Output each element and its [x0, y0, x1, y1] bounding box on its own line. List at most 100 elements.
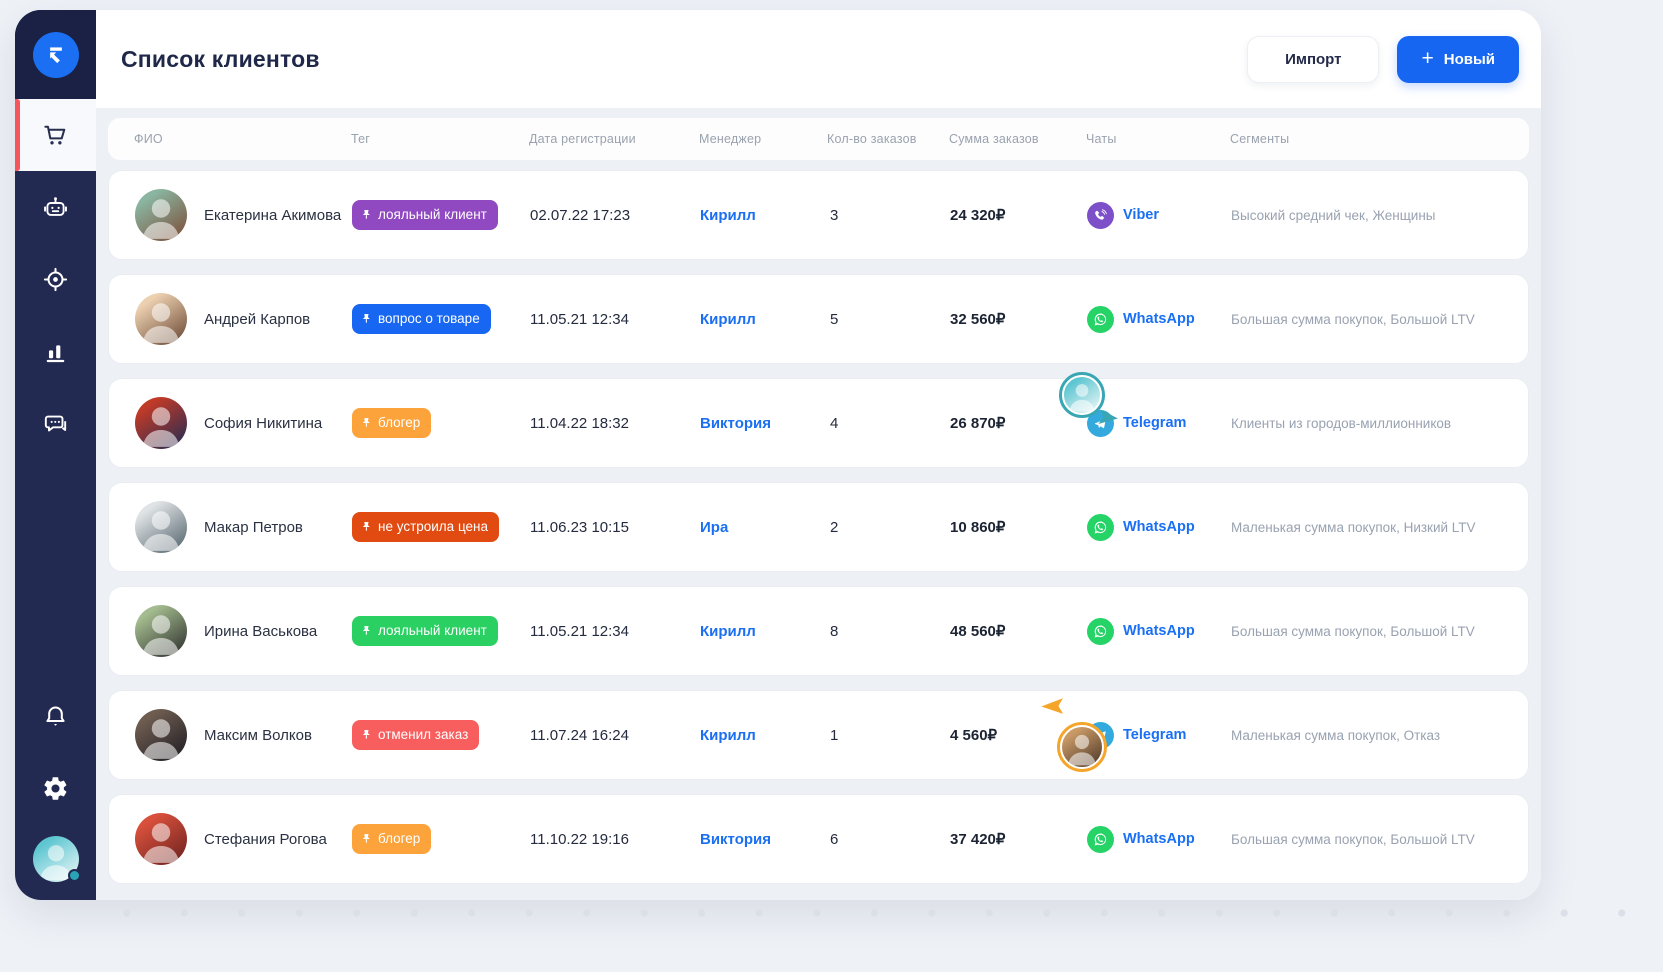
client-tag[interactable]: лояльный клиент: [352, 200, 498, 230]
manager-link[interactable]: Виктория: [700, 831, 828, 848]
manager-link[interactable]: Кирилл: [700, 311, 828, 328]
client-row[interactable]: София Никитина блогер 11.04.22 18:32 Вик…: [108, 378, 1529, 468]
chat-label: Telegram: [1123, 727, 1186, 743]
pin-icon: [361, 521, 371, 533]
app-logo[interactable]: [33, 32, 79, 78]
tag-label: лояльный клиент: [378, 207, 487, 222]
tag-label: блогер: [378, 831, 420, 846]
client-row[interactable]: Андрей Карпов вопрос о товаре 11.05.21 1…: [108, 274, 1529, 364]
status-dot: [68, 869, 81, 882]
registration-date: 11.05.21 12:34: [530, 311, 700, 328]
sidebar-footer: [15, 680, 96, 900]
registration-date: 11.10.22 19:16: [530, 831, 700, 848]
tag-label: вопрос о товаре: [378, 311, 480, 326]
logo-arrow-icon: [43, 42, 69, 68]
table-body: Екатерина Акимова лояльный клиент 02.07.…: [108, 170, 1529, 884]
clients-table: ФИО Тег Дата регистрации Менеджер Кол-во…: [96, 108, 1541, 900]
segments-text: Маленькая сумма покупок, Отказ: [1231, 728, 1502, 743]
segments-text: Высокий средний чек, Женщины: [1231, 208, 1502, 223]
client-avatar: [135, 397, 187, 449]
sidebar-nav: [15, 99, 96, 459]
column-segments: Сегменты: [1230, 132, 1503, 146]
tag-label: лояльный клиент: [378, 623, 487, 638]
topbar-actions: Импорт + Новый: [1247, 36, 1519, 83]
client-tag[interactable]: отменил заказ: [352, 720, 479, 750]
client-row[interactable]: Ирина Васькова лояльный клиент 11.05.21 …: [108, 586, 1529, 676]
manager-link[interactable]: Виктория: [700, 415, 828, 432]
sidebar-item-settings[interactable]: [15, 752, 96, 824]
client-tag[interactable]: лояльный клиент: [352, 616, 498, 646]
client-name: Екатерина Акимова: [204, 207, 341, 224]
sidebar-item-target[interactable]: [15, 243, 96, 315]
manager-link[interactable]: Кирилл: [700, 207, 828, 224]
client-row[interactable]: Максим Волков отменил заказ 11.07.24 16:…: [108, 690, 1529, 780]
segments-text: Большая сумма покупок, Большой LTV: [1231, 624, 1502, 639]
chat-link[interactable]: Telegram: [1087, 722, 1231, 749]
column-fio: ФИО: [134, 132, 351, 146]
orders-total: 48 560₽: [950, 622, 1087, 640]
sidebar-item-orders[interactable]: [15, 99, 96, 171]
main-content: Список клиентов Импорт + Новый ФИО Тег Д…: [96, 10, 1541, 900]
orders-total: 10 860₽: [950, 518, 1087, 536]
import-button[interactable]: Импорт: [1247, 36, 1379, 83]
client-avatar: [135, 813, 187, 865]
registration-date: 11.05.21 12:34: [530, 623, 700, 640]
orders-count: 2: [828, 519, 950, 536]
chat-link[interactable]: WhatsApp: [1087, 514, 1231, 541]
chat-label: Viber: [1123, 207, 1159, 223]
client-tag[interactable]: блогер: [352, 408, 431, 438]
registration-date: 11.04.22 18:32: [530, 415, 700, 432]
collaborator-avatar-orange: [1057, 722, 1107, 772]
app-window: Список клиентов Импорт + Новый ФИО Тег Д…: [15, 10, 1541, 900]
chat-link[interactable]: WhatsApp: [1087, 618, 1231, 645]
chat-link[interactable]: Viber: [1087, 202, 1231, 229]
client-tag[interactable]: не устроила цена: [352, 512, 499, 542]
client-name: Максим Волков: [204, 727, 312, 744]
pin-icon: [361, 417, 371, 429]
table-header-row: ФИО Тег Дата регистрации Менеджер Кол-во…: [108, 118, 1529, 160]
client-avatar: [135, 709, 187, 761]
column-tag: Тег: [351, 132, 529, 146]
target-icon: [42, 266, 69, 293]
tag-label: блогер: [378, 415, 420, 430]
client-tag[interactable]: блогер: [352, 824, 431, 854]
segments-text: Маленькая сумма покупок, Низкий LTV: [1231, 520, 1502, 535]
manager-link[interactable]: Ира: [700, 519, 828, 536]
orders-total: 32 560₽: [950, 310, 1087, 328]
segments-text: Большая сумма покупок, Большой LTV: [1231, 832, 1502, 847]
sidebar-item-notifications[interactable]: [15, 680, 96, 752]
whatsapp-icon: [1092, 311, 1109, 328]
orders-count: 3: [828, 207, 950, 224]
user-avatar[interactable]: [33, 836, 79, 882]
sidebar-item-bot[interactable]: [15, 171, 96, 243]
chat-label: WhatsApp: [1123, 831, 1195, 847]
client-name: Андрей Карпов: [204, 311, 310, 328]
page: Список клиентов Импорт + Новый ФИО Тег Д…: [0, 0, 1663, 972]
client-row[interactable]: Стефания Рогова блогер 11.10.22 19:16 Ви…: [108, 794, 1529, 884]
whatsapp-icon: [1092, 831, 1109, 848]
chat-link[interactable]: WhatsApp: [1087, 826, 1231, 853]
client-avatar: [135, 501, 187, 553]
bell-icon: [42, 703, 69, 730]
bar-chart-icon: [42, 338, 69, 365]
page-title: Список клиентов: [121, 46, 320, 73]
sidebar-item-messages[interactable]: [15, 387, 96, 459]
topbar: Список клиентов Импорт + Новый: [96, 10, 1541, 108]
client-tag[interactable]: вопрос о товаре: [352, 304, 491, 334]
new-button[interactable]: + Новый: [1397, 36, 1519, 83]
manager-link[interactable]: Кирилл: [700, 727, 828, 744]
manager-link[interactable]: Кирилл: [700, 623, 828, 640]
tag-label: не устроила цена: [378, 519, 488, 534]
pin-icon: [361, 209, 371, 221]
whatsapp-icon: [1092, 519, 1109, 536]
orders-count: 8: [828, 623, 950, 640]
gear-icon: [42, 775, 69, 802]
chat-link[interactable]: WhatsApp: [1087, 306, 1231, 333]
column-chats: Чаты: [1086, 132, 1230, 146]
tag-label: отменил заказ: [378, 727, 468, 742]
orders-count: 5: [828, 311, 950, 328]
client-row[interactable]: Екатерина Акимова лояльный клиент 02.07.…: [108, 170, 1529, 260]
client-row[interactable]: Макар Петров не устроила цена 11.06.23 1…: [108, 482, 1529, 572]
sidebar-item-analytics[interactable]: [15, 315, 96, 387]
cart-icon: [42, 122, 69, 149]
